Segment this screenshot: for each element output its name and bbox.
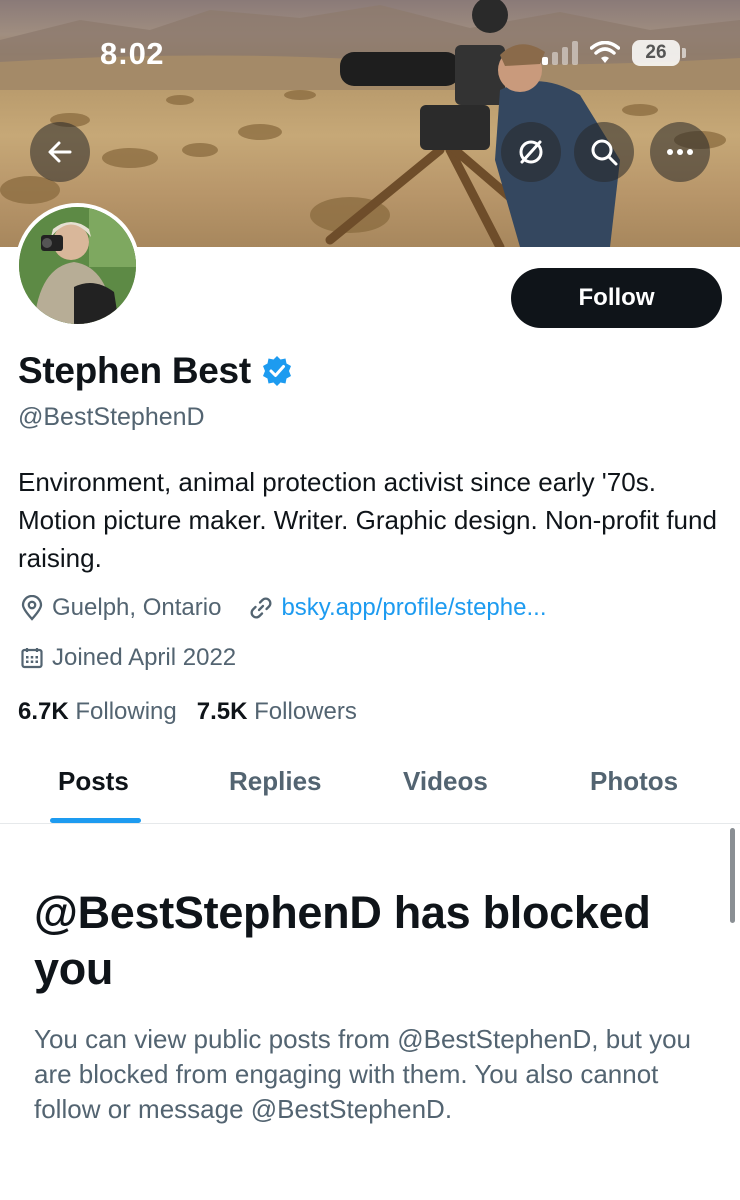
search-icon: [591, 139, 618, 166]
back-button[interactable]: [30, 122, 90, 182]
status-indicators: 26: [542, 40, 686, 66]
joined-row: Joined April 2022: [20, 644, 236, 672]
scrollbar[interactable]: [730, 828, 735, 923]
calendar-icon: [21, 648, 43, 669]
link-icon: [250, 597, 272, 619]
notifications-toggle-button[interactable]: [501, 122, 561, 182]
following-label: Following: [75, 698, 177, 725]
profile-bio: Environment, animal protection activist …: [18, 467, 717, 573]
tab-posts[interactable]: Posts: [58, 766, 129, 797]
tab-replies[interactable]: Replies: [229, 766, 322, 797]
followers-stat[interactable]: 7.5K Followers: [197, 698, 357, 726]
following-count: 6.7K: [18, 698, 69, 725]
joined-item: Joined April 2022: [20, 644, 236, 672]
followers-count: 7.5K: [196, 698, 248, 725]
follow-button[interactable]: Follow: [511, 268, 722, 328]
blocked-title: @BestStephenD has blocked you: [34, 887, 651, 994]
location-item: Guelph, Ontario: [20, 594, 221, 622]
more-horizontal-icon: [667, 149, 693, 155]
blocked-message: You can view public posts from @BestStep…: [34, 1024, 692, 1124]
avatar[interactable]: [15, 203, 140, 328]
following-stat[interactable]: 6.7K Following: [18, 698, 177, 726]
profile-meta-row: Guelph, Ontario bsky.app/profile/stephe.…: [20, 594, 546, 622]
website-item[interactable]: bsky.app/profile/stephe...: [249, 594, 546, 622]
tab-photos[interactable]: Photos: [590, 766, 678, 797]
battery-indicator: 26: [632, 40, 686, 66]
tab-videos[interactable]: Videos: [403, 766, 488, 797]
profile-handle: @BestStephenD: [18, 403, 205, 431]
verified-badge-icon[interactable]: [261, 355, 293, 387]
website-link[interactable]: bsky.app/profile/stephe...: [281, 594, 546, 622]
search-button[interactable]: [574, 122, 634, 182]
followers-label: Followers: [254, 698, 357, 725]
bell-off-icon: [519, 140, 543, 164]
joined-date: Joined April 2022: [52, 644, 237, 671]
profile-tabs: Posts Replies Videos Photos: [0, 752, 740, 824]
more-options-button[interactable]: [650, 122, 710, 182]
display-name: Stephen Best: [18, 350, 251, 391]
profile-banner[interactable]: 8:02 26: [0, 0, 740, 247]
map-pin-icon: [21, 595, 43, 621]
status-time: 8:02: [100, 36, 165, 71]
wifi-icon: [590, 41, 620, 63]
arrow-left-icon: [48, 141, 72, 163]
location-text: Guelph, Ontario: [52, 594, 222, 621]
active-tab-indicator: [50, 818, 141, 823]
avatar-photo: [19, 207, 136, 324]
follow-stats: 6.7K Following 7.5K Followers: [18, 698, 357, 726]
cellular-signal-icon: [542, 41, 578, 65]
profile-name-row: Stephen Best: [18, 350, 293, 392]
